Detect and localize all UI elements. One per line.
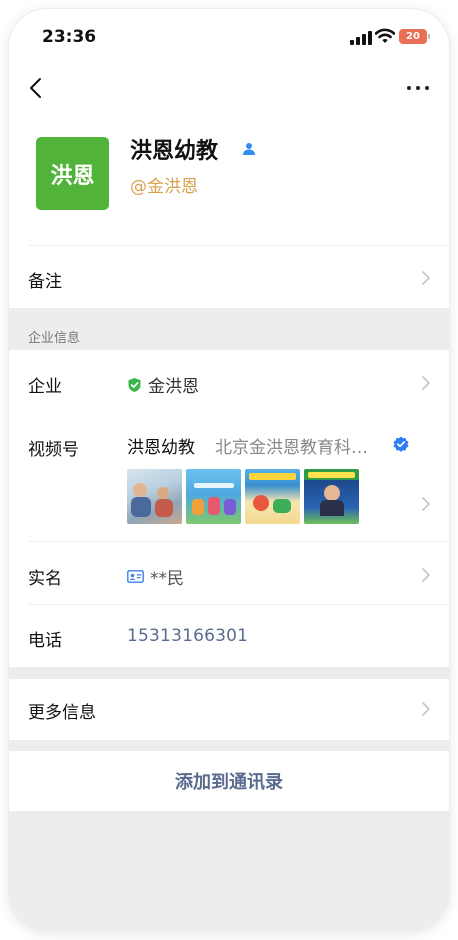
realname-text: **民 xyxy=(150,569,184,589)
add-to-contacts-label: 添加到通讯录 xyxy=(175,772,283,793)
channel-thumbnail[interactable] xyxy=(186,469,241,524)
realname-value: **民 xyxy=(127,564,184,589)
channel-thumbnail[interactable] xyxy=(127,469,182,524)
cellular-signal-icon xyxy=(350,31,372,45)
phone-number-link[interactable]: 15313166301 xyxy=(127,626,248,646)
status-bar: 23:36 20 xyxy=(9,9,449,69)
id-card-icon xyxy=(127,570,144,583)
battery-icon: 20 xyxy=(399,29,430,44)
more-info-label: 更多信息 xyxy=(28,703,96,723)
divider xyxy=(28,245,449,246)
chevron-right-icon xyxy=(422,497,430,511)
channel-org: 北京金洪恩教育科技有限公司 xyxy=(215,438,383,458)
phone-frame: 23:36 20 洪恩 洪恩幼教 @金洪恩 备注 企业信息 企业 金洪恩 视频号… xyxy=(9,9,449,931)
company-label: 企业 xyxy=(28,377,62,397)
section-gap xyxy=(9,740,449,751)
add-to-contacts-button[interactable]: 添加到通讯录 xyxy=(9,751,449,811)
section-title: 企业信息 xyxy=(28,331,81,346)
chevron-right-icon xyxy=(422,271,430,285)
channel-thumbnails xyxy=(127,469,359,524)
remark-label: 备注 xyxy=(28,272,62,292)
verified-badge-icon xyxy=(393,436,409,452)
divider xyxy=(28,604,449,605)
profile-name: 洪恩幼教 xyxy=(130,139,219,164)
profile-handle: @金洪恩 xyxy=(130,177,198,197)
bottom-area xyxy=(9,811,449,931)
channel-thumbnail[interactable] xyxy=(304,469,359,524)
chevron-right-icon xyxy=(422,376,430,390)
channel-thumbnail[interactable] xyxy=(245,469,300,524)
section-gap xyxy=(9,667,449,679)
verified-shield-icon xyxy=(128,377,141,392)
company-name: 金洪恩 xyxy=(148,377,199,397)
realname-label: 实名 xyxy=(28,569,62,589)
chevron-right-icon xyxy=(422,568,430,582)
wifi-icon xyxy=(375,28,395,43)
status-time: 23:36 xyxy=(42,27,97,47)
channel-name: 洪恩幼教 xyxy=(127,438,195,458)
chevron-right-icon xyxy=(422,702,430,716)
phone-label: 电话 xyxy=(28,631,62,651)
back-icon[interactable] xyxy=(23,75,49,101)
more-icon[interactable] xyxy=(405,83,431,93)
company-value: 金洪恩 xyxy=(127,372,199,397)
channels-label: 视频号 xyxy=(28,440,79,460)
profile-avatar[interactable]: 洪恩 xyxy=(36,137,109,210)
divider xyxy=(28,541,449,542)
enterprise-person-icon xyxy=(243,143,255,155)
